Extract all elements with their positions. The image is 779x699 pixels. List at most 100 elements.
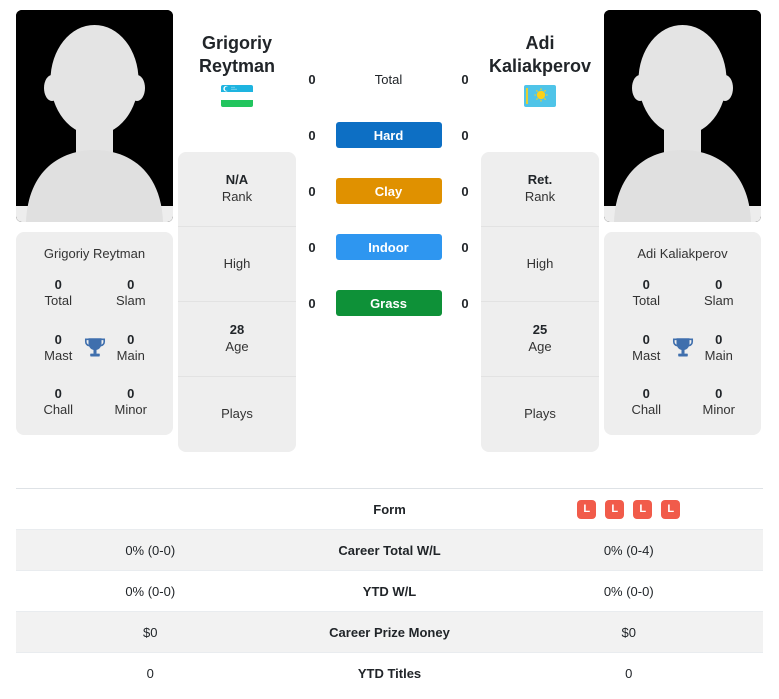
right-rank-value: Ret.: [527, 172, 553, 188]
titles-stat-label: Minor: [114, 402, 147, 418]
surface-badge-total: Total: [374, 71, 403, 87]
right-form-badge-3[interactable]: L: [661, 499, 681, 519]
kazakhstan-flag-icon: [524, 85, 556, 108]
titles-stat: 0 Total: [610, 277, 683, 310]
right-player-name-line1: Adi: [525, 33, 555, 53]
trophy-icon: [84, 338, 105, 357]
left-info-plays: Plays: [178, 377, 296, 452]
person-silhouette-icon: [604, 10, 761, 222]
surface-right-value: 0: [461, 239, 469, 255]
trophy-icon-wrap: [668, 333, 698, 363]
left-player-name-column: Grigoriy Reytman N/A Rank High 28 Age Pl…: [173, 10, 301, 453]
right-player-titles-card: Adi Kaliakperov 0 Total 0 Slam 0 Mast 0 …: [604, 232, 761, 435]
left-rank-label: Rank: [221, 189, 253, 205]
player-comparison-page: Grigoriy Reytman 0 Total 0 Slam 0 Mast 0…: [0, 0, 779, 699]
titles-stat-value: 0: [127, 277, 135, 292]
right-form-badge-1[interactable]: L: [605, 499, 625, 519]
titles-stat: 0 Chall: [610, 386, 683, 419]
right-form-badge-0[interactable]: L: [577, 499, 597, 519]
surface-row-indoor: 0 Indoor 0: [301, 233, 476, 261]
left-player-name-line1: Grigoriy: [201, 33, 272, 53]
left-player-name: Grigoriy Reytman: [199, 32, 275, 78]
left-info-high: High: [178, 227, 296, 303]
surface-right-value: 0: [461, 295, 469, 311]
row-label: Career Total W/L: [338, 542, 441, 558]
left-age-label: Age: [225, 339, 249, 355]
table-row: Form LLLL: [16, 489, 763, 530]
titles-stat: 0 Slam: [95, 277, 168, 310]
titles-stat-label: Chall: [631, 402, 662, 418]
surface-right-value: 0: [461, 127, 469, 143]
right-info-age: 25 Age: [481, 302, 599, 378]
right-age-value: 25: [532, 322, 548, 338]
right-player-photo-column: Adi Kaliakperov 0 Total 0 Slam 0 Mast 0 …: [604, 10, 761, 435]
titles-stat-value: 0: [54, 277, 62, 292]
surface-row-clay: 0 Clay 0: [301, 177, 476, 205]
row-label: YTD W/L: [362, 583, 417, 599]
left-plays-label: Plays: [221, 406, 253, 422]
surface-right-value: 0: [461, 183, 469, 199]
left-value: $0: [143, 624, 158, 640]
right-player-name: Adi Kaliakperov: [489, 32, 591, 78]
titles-stat: 0 Minor: [95, 386, 168, 419]
right-player-card-name: Adi Kaliakperov: [637, 246, 728, 261]
left-player-photo: [16, 10, 173, 222]
titles-stat: 0 Slam: [683, 277, 756, 310]
trophy-icon: [672, 338, 693, 357]
titles-stat-label: Slam: [115, 293, 146, 309]
row-label: Form: [373, 501, 406, 517]
players-compare-section: Grigoriy Reytman 0 Total 0 Slam 0 Mast 0…: [0, 0, 779, 478]
right-player-info-card: Ret. Rank High 25 Age Plays: [481, 152, 599, 453]
left-player-titles-card: Grigoriy Reytman 0 Total 0 Slam 0 Mast 0…: [16, 232, 173, 435]
person-silhouette-icon: [16, 10, 173, 222]
titles-stat-label: Total: [632, 293, 660, 309]
left-age-value: 28: [229, 322, 245, 338]
left-player-titles-grid: 0 Total 0 Slam 0 Mast 0 Main 0 Chall 0 M…: [22, 277, 167, 419]
right-high-label: High: [526, 255, 554, 271]
right-rank-label: Rank: [524, 189, 556, 205]
surface-left-value: 0: [308, 127, 316, 143]
row-label: YTD Titles: [357, 666, 422, 681]
right-form-badge-2[interactable]: L: [633, 499, 653, 519]
right-value: 0% (0-0): [603, 583, 654, 599]
right-plays-label: Plays: [524, 406, 556, 422]
surface-badge-clay[interactable]: Clay: [335, 178, 442, 204]
left-info-age: 28 Age: [178, 302, 296, 378]
titles-stat-value: 0: [642, 277, 650, 292]
table-row: 0 YTD Titles 0: [16, 653, 763, 694]
left-high-label: High: [223, 255, 251, 271]
right-value: 0% (0-4): [603, 542, 654, 558]
surface-left-value: 0: [308, 239, 316, 255]
table-row: $0 Career Prize Money $0: [16, 612, 763, 653]
titles-stat: 0 Chall: [22, 386, 95, 419]
surface-badge-indoor[interactable]: Indoor: [335, 234, 442, 260]
right-info-high: High: [481, 227, 599, 303]
right-info-plays: Plays: [481, 377, 599, 452]
left-value: 0% (0-0): [125, 583, 176, 599]
table-row: 0% (0-0) YTD W/L 0% (0-0): [16, 571, 763, 612]
surface-badge-hard[interactable]: Hard: [335, 122, 442, 148]
titles-stat-value: 0: [642, 386, 650, 401]
trophy-icon-wrap: [80, 333, 110, 363]
row-label: Career Prize Money: [329, 624, 450, 640]
surface-right-value: 0: [461, 71, 469, 87]
surface-badge-grass[interactable]: Grass: [335, 290, 442, 316]
left-player-photo-column: Grigoriy Reytman 0 Total 0 Slam 0 Mast 0…: [16, 10, 173, 435]
left-value: 0% (0-0): [125, 542, 176, 558]
surface-titles-column: 0 Total 0 0 Hard 0 0 Clay 0 0 Indoor 0 0: [301, 10, 476, 317]
titles-stat: 0 Minor: [683, 386, 756, 419]
left-player-info-card: N/A Rank High 28 Age Plays: [178, 152, 296, 453]
titles-stat-label: Slam: [703, 293, 734, 309]
left-player-card-name: Grigoriy Reytman: [43, 246, 146, 261]
left-value: 0: [146, 666, 154, 681]
right-value: $0: [621, 624, 636, 640]
right-info-rank: Ret. Rank: [481, 152, 599, 228]
titles-stat-label: Chall: [43, 402, 74, 418]
titles-stat-value: 0: [54, 386, 62, 401]
right-player-photo: [604, 10, 761, 222]
titles-stat-value: 0: [715, 386, 723, 401]
left-player-name-line2: Reytman: [198, 56, 276, 77]
titles-stat-label: Minor: [702, 402, 735, 418]
titles-stat-label: Total: [44, 293, 72, 309]
right-age-label: Age: [528, 339, 552, 355]
